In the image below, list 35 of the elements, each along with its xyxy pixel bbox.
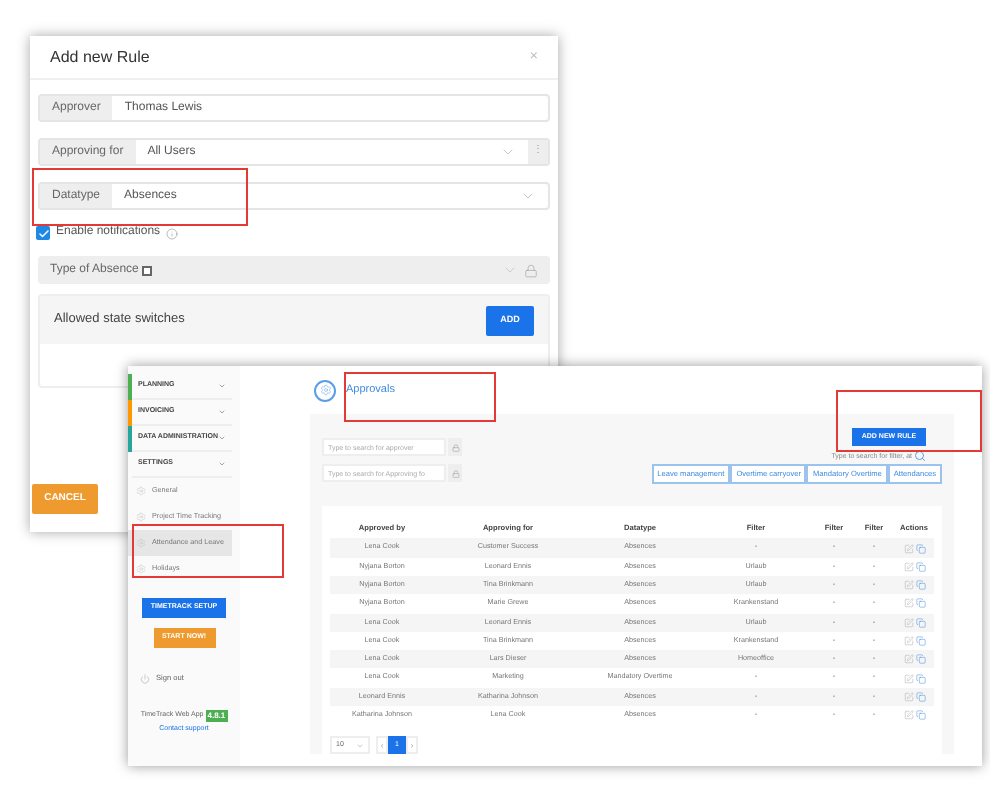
copy-icon[interactable] [915,710,925,721]
search-icon [914,450,926,463]
copy-icon[interactable] [915,636,925,647]
edit-icon[interactable] [903,710,913,721]
approvals-icon [314,379,336,402]
edit-icon[interactable] [903,543,913,554]
copy-icon[interactable] [915,580,925,591]
power-icon [140,674,150,685]
edit-icon[interactable] [903,580,913,591]
edit-icon[interactable] [903,654,913,665]
lock-icon [448,438,462,457]
chevron-icon [520,188,536,204]
copy-icon[interactable] [915,691,925,702]
copy-icon[interactable] [915,673,925,684]
edit-icon[interactable] [903,561,913,572]
copy-icon[interactable] [915,617,925,628]
dialog-title: Add new Rule [50,45,150,69]
lock-icon [524,263,538,277]
edit-icon[interactable] [903,673,913,684]
gear-icon [136,512,146,522]
edit-icon[interactable] [903,617,913,628]
lock-icon [448,464,462,483]
copy-icon[interactable] [915,561,925,572]
edit-icon[interactable] [903,691,913,702]
edit-icon[interactable] [903,636,913,647]
chevron-icon [502,262,518,278]
chevron-icon [500,144,516,160]
copy-icon[interactable] [915,543,925,554]
copy-icon[interactable] [915,654,925,665]
gear-icon [136,564,146,574]
info-icon [166,227,179,239]
edit-icon[interactable] [903,598,913,609]
gear-icon [136,538,146,548]
copy-icon[interactable] [915,598,925,609]
gear-icon [136,486,146,496]
